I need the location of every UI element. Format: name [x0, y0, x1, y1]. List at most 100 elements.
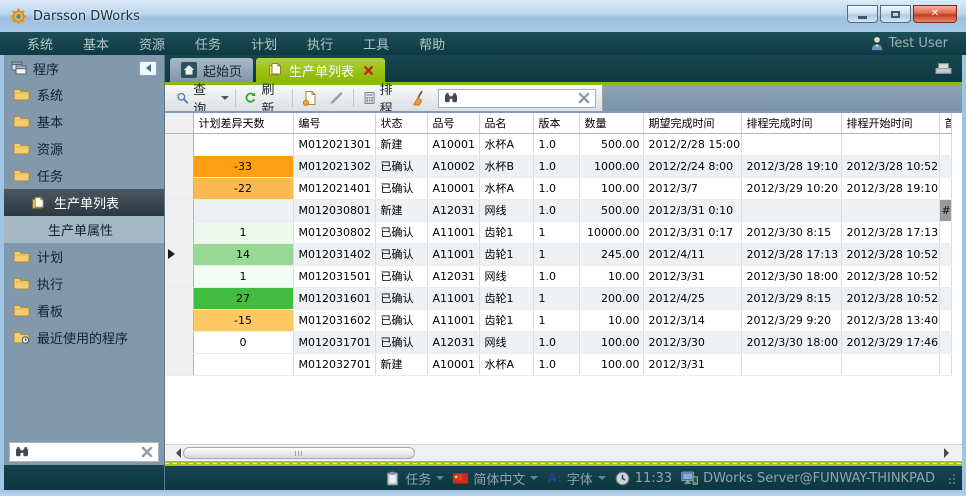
cell-due[interactable]: 2012/3/7 [643, 177, 741, 199]
cell-qty[interactable]: 100.00 [579, 353, 643, 375]
cell-sched-end[interactable] [741, 133, 841, 155]
menu-item-3[interactable]: 任务 [180, 34, 236, 53]
cell-item-no[interactable]: A10001 [427, 133, 479, 155]
table-row[interactable]: M012030801新建A12031网线1.0500.002012/3/31 0… [165, 199, 951, 221]
row-selector-cell[interactable] [165, 353, 193, 375]
tab-close-icon[interactable] [363, 65, 374, 76]
sidebar-search-clear-icon[interactable] [141, 446, 153, 458]
cell-status[interactable]: 新建 [375, 199, 427, 221]
cell-sched-start[interactable]: 2012/3/28 10:52 [841, 243, 939, 265]
scrollbar-thumb[interactable] [183, 447, 415, 459]
cell-item-no[interactable]: A10001 [427, 177, 479, 199]
row-selector-cell[interactable] [165, 287, 193, 309]
cell-extra[interactable] [939, 287, 951, 309]
cell-item-no[interactable]: A11001 [427, 287, 479, 309]
cell-qty[interactable]: 500.00 [579, 199, 643, 221]
cell-sched-end[interactable]: 2012/3/30 18:00 [741, 331, 841, 353]
cell-extra[interactable] [939, 353, 951, 375]
cell-due[interactable]: 2012/4/25 [643, 287, 741, 309]
cell-sched-end[interactable]: 2012/3/28 19:10 [741, 155, 841, 177]
sidebar-item-3[interactable]: 任务 [4, 162, 164, 189]
cell-order-no[interactable]: M012030801 [293, 199, 375, 221]
edit-button[interactable] [323, 88, 349, 108]
cell-sched-start[interactable]: 2012/3/28 10:52 [841, 287, 939, 309]
cell-diff[interactable]: 1 [193, 221, 293, 243]
cell-extra[interactable] [939, 177, 951, 199]
column-header-2[interactable]: 编号 [293, 113, 375, 133]
cell-item-no[interactable]: A10002 [427, 155, 479, 177]
menu-item-2[interactable]: 资源 [124, 34, 180, 53]
table-row[interactable]: 14M012031402已确认A11001齿轮11245.002012/4/11… [165, 243, 951, 265]
cell-order-no[interactable]: M012032701 [293, 353, 375, 375]
cell-extra[interactable] [939, 221, 951, 243]
cell-due[interactable]: 2012/3/31 [643, 353, 741, 375]
cell-extra[interactable]: # [939, 199, 951, 221]
sidebar-item-7[interactable]: 执行 [4, 270, 164, 297]
sidebar-item-8[interactable]: 看板 [4, 297, 164, 324]
cell-sched-start[interactable]: 2012/3/28 10:52 [841, 265, 939, 287]
menu-item-7[interactable]: 帮助 [404, 34, 460, 53]
cell-sched-start[interactable]: 2012/3/28 10:52 [841, 155, 939, 177]
column-header-8[interactable]: 期望完成时间 [643, 113, 741, 133]
cell-order-no[interactable]: M012031602 [293, 309, 375, 331]
cell-version[interactable]: 1.0 [533, 133, 579, 155]
cell-sched-start[interactable] [841, 353, 939, 375]
cell-diff[interactable]: 0 [193, 331, 293, 353]
cell-item-name[interactable]: 网线 [479, 265, 533, 287]
cell-status[interactable]: 已确认 [375, 309, 427, 331]
table-row[interactable]: 0M012031701已确认A12031网线1.0100.002012/3/30… [165, 331, 951, 353]
user-indicator[interactable]: Test User [870, 36, 954, 51]
cell-sched-start[interactable]: 2012/3/28 19:10 [841, 177, 939, 199]
cell-item-name[interactable]: 水杯A [479, 353, 533, 375]
cell-qty[interactable]: 100.00 [579, 331, 643, 353]
cell-due[interactable]: 2012/4/11 [643, 243, 741, 265]
cell-order-no[interactable]: M012030802 [293, 221, 375, 243]
cell-sched-start[interactable] [841, 133, 939, 155]
cell-item-name[interactable]: 网线 [479, 199, 533, 221]
cell-due[interactable]: 2012/3/31 [643, 265, 741, 287]
minimize-button[interactable] [847, 5, 878, 23]
cell-diff[interactable]: 27 [193, 287, 293, 309]
cell-sched-end[interactable] [741, 353, 841, 375]
cell-order-no[interactable]: M012021301 [293, 133, 375, 155]
cell-item-no[interactable]: A12031 [427, 331, 479, 353]
menu-item-0[interactable]: 系统 [12, 34, 68, 53]
toolbar-search-input[interactable] [462, 91, 574, 105]
cell-version[interactable]: 1 [533, 221, 579, 243]
cell-item-name[interactable]: 齿轮1 [479, 309, 533, 331]
menu-item-1[interactable]: 基本 [68, 34, 124, 53]
column-header-7[interactable]: 数量 [579, 113, 643, 133]
sidebar-search-input[interactable] [33, 445, 137, 459]
cell-status[interactable]: 已确认 [375, 177, 427, 199]
cell-sched-end[interactable]: 2012/3/29 10:20 [741, 177, 841, 199]
table-row[interactable]: M012021301新建A10001水杯A1.0500.002012/2/28 … [165, 133, 951, 155]
cell-extra[interactable] [939, 309, 951, 331]
cell-status[interactable]: 已确认 [375, 221, 427, 243]
cell-status[interactable]: 已确认 [375, 331, 427, 353]
table-row[interactable]: 1M012031501已确认A12031网线1.010.002012/3/312… [165, 265, 951, 287]
cell-diff[interactable]: -15 [193, 309, 293, 331]
cell-order-no[interactable]: M012021401 [293, 177, 375, 199]
cell-item-no[interactable]: A12031 [427, 199, 479, 221]
clear-button[interactable] [406, 88, 432, 108]
cell-item-name[interactable]: 水杯B [479, 155, 533, 177]
cell-version[interactable]: 1.0 [533, 177, 579, 199]
cell-extra[interactable] [939, 155, 951, 177]
cell-sched-start[interactable] [841, 199, 939, 221]
cell-qty[interactable]: 1000.00 [579, 155, 643, 177]
cell-sched-end[interactable]: 2012/3/30 18:00 [741, 265, 841, 287]
status-task-menu[interactable]: 任务 [385, 469, 444, 488]
cell-version[interactable]: 1.0 [533, 331, 579, 353]
query-dropdown-caret[interactable] [221, 96, 229, 104]
cell-sched-end[interactable] [741, 199, 841, 221]
cell-status[interactable]: 新建 [375, 133, 427, 155]
horizontal-scrollbar[interactable] [165, 444, 962, 461]
cell-due[interactable]: 2012/3/31 0:10 [643, 199, 741, 221]
menu-item-4[interactable]: 计划 [236, 34, 292, 53]
row-selector-cell[interactable] [165, 133, 193, 155]
column-header-4[interactable]: 品号 [427, 113, 479, 133]
column-header-11[interactable]: 首 [939, 113, 951, 133]
sidebar-item-2[interactable]: 资源 [4, 135, 164, 162]
cell-item-name[interactable]: 水杯A [479, 133, 533, 155]
cell-diff[interactable]: 14 [193, 243, 293, 265]
